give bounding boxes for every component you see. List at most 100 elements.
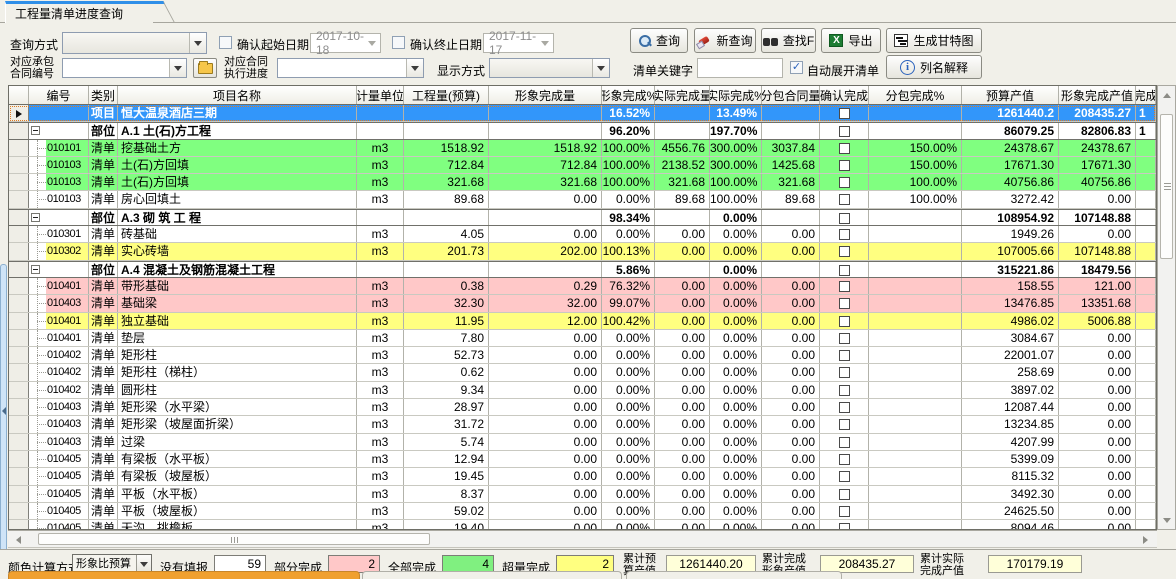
end-date-field[interactable]: 2017-11-17 [483,33,554,53]
table-row[interactable]: 部位A.1 土(石)方工程96.20%197.70%86079.2582806.… [9,122,1156,139]
contract-no-select[interactable] [62,58,187,78]
scroll-down-icon[interactable] [1163,518,1171,523]
confirm-complete-checkbox[interactable] [839,177,850,188]
confirm-complete-checkbox[interactable] [839,265,850,276]
query-mode-select[interactable] [62,32,207,54]
column-header[interactable]: 预算产值 [962,86,1059,104]
table-row[interactable]: 010401清单独立基础m311.9512.00100.42%0.000.00%… [9,313,1156,330]
find-button[interactable]: 查找F [761,28,816,53]
table-row[interactable]: 010402清单矩形柱（梯柱）m30.620.000.00%0.000.00%0… [9,364,1156,381]
table-row[interactable]: 010405清单平板（水平板）m38.370.000.00%0.000.00%0… [9,486,1156,503]
display-mode-select[interactable] [489,58,610,78]
keyword-input[interactable] [697,58,783,78]
table-row[interactable]: 010101清单挖基础土方m31518.921518.92100.00%4556… [9,140,1156,157]
start-date-field[interactable]: 2017-10-18 [310,33,381,53]
column-header[interactable]: 形象完成量 [489,86,602,104]
table-row[interactable]: 010401清单垫层m37.800.000.00%0.000.00%0.0030… [9,330,1156,347]
table-row[interactable]: 010403清单过梁m35.740.000.00%0.000.00%0.0042… [9,434,1156,451]
tree-collapse-icon[interactable] [31,265,40,274]
tab-progress-query[interactable]: 工程量清单进度查询 [5,1,153,23]
confirm-complete-checkbox[interactable] [839,108,850,119]
confirm-complete-checkbox[interactable] [839,350,850,361]
tree-collapse-icon[interactable] [31,126,40,135]
contract-progress-select[interactable] [277,58,424,78]
table-row[interactable]: 010403清单基础梁m332.3032.0099.07%0.000.00%0.… [9,295,1156,312]
column-header[interactable]: 计量单位 [357,86,404,104]
vertical-scrollbar[interactable] [1157,85,1176,530]
vertical-scrollbar-thumb[interactable] [1160,114,1173,259]
export-button[interactable]: X 导出 [821,28,881,53]
confirm-complete-checkbox[interactable] [839,281,850,292]
column-header[interactable]: 类别 [89,86,118,104]
confirm-complete-checkbox[interactable] [839,506,850,517]
confirm-complete-checkbox[interactable] [839,419,850,430]
confirm-complete-checkbox[interactable] [839,402,850,413]
confirm-complete-checkbox[interactable] [839,160,850,171]
display-mode-dropdown-button[interactable] [592,59,609,77]
confirm-complete-checkbox[interactable] [839,143,850,154]
table-row[interactable]: 010103清单土(石)方回填m3321.68321.68100.00%321.… [9,174,1156,191]
horizontal-scrollbar-thumb[interactable] [38,533,430,545]
table-row[interactable]: 010405清单平板（坡屋板）m359.020.000.00%0.000.00%… [9,503,1156,520]
table-row[interactable]: 010103清单房心回填土m389.680.000.00%89.68100.00… [9,191,1156,208]
confirm-complete-checkbox[interactable] [839,333,850,344]
table-row[interactable]: 010401清单带形基础m30.380.2976.32%0.000.00%0.0… [9,278,1156,295]
table-row[interactable]: 010402清单圆形柱m39.340.000.00%0.000.00%0.003… [9,382,1156,399]
bottom-tab-1[interactable] [8,571,360,579]
confirm-complete-checkbox[interactable] [839,213,850,224]
confirm-complete-checkbox[interactable] [839,246,850,257]
horizontal-scrollbar[interactable] [8,530,1157,548]
confirm-complete-checkbox[interactable] [839,229,850,240]
side-panel-splitter[interactable] [0,264,7,556]
scroll-up-icon[interactable] [1163,93,1171,98]
confirm-complete-checkbox[interactable] [839,489,850,500]
scroll-left-icon[interactable] [16,536,21,544]
query-button[interactable]: 查询 [630,28,688,53]
confirm-complete-checkbox[interactable] [839,437,850,448]
confirm-complete-checkbox[interactable] [839,523,850,530]
scroll-right-icon[interactable] [1143,536,1148,544]
table-row[interactable]: 010402清单矩形柱m352.730.000.00%0.000.00%0.00… [9,347,1156,364]
table-row[interactable]: 部位A.3 砌 筑 工 程98.34%0.00%108954.92107148.… [9,209,1156,226]
generate-gantt-button[interactable]: 生成甘特图 [886,28,982,53]
end-date-checkbox[interactable] [392,36,405,49]
new-query-button[interactable]: 新查询 [694,28,756,53]
query-mode-dropdown-button[interactable] [189,33,206,53]
column-header[interactable]: 实际完成量 [655,86,710,104]
auto-expand-checkbox[interactable]: ✓ [790,61,803,74]
contract-progress-dropdown-button[interactable] [406,59,423,77]
column-help-button[interactable]: i 列名解释 [886,55,982,79]
confirm-complete-checkbox[interactable] [839,316,850,327]
table-row[interactable]: 010403清单矩形梁（坡屋面折梁）m331.720.000.00%0.000.… [9,416,1156,433]
table-row[interactable]: 010405清单有梁板（坡屋板）m319.450.000.00%0.000.00… [9,468,1156,485]
start-date-checkbox[interactable] [219,36,232,49]
confirm-complete-checkbox[interactable] [839,367,850,378]
bottom-tab-3[interactable] [626,571,842,579]
column-header[interactable]: 形象完成% [602,86,655,104]
confirm-complete-checkbox[interactable] [839,471,850,482]
column-header[interactable]: 实际完成产值 [1136,86,1156,104]
confirm-complete-checkbox[interactable] [839,126,850,137]
table-row[interactable]: 010103清单土(石)方回填m3712.84712.84100.00%2138… [9,157,1156,174]
column-header[interactable]: 项目名称 [118,86,357,104]
confirm-complete-checkbox[interactable] [839,385,850,396]
confirm-complete-checkbox[interactable] [839,298,850,309]
tree-collapse-icon[interactable] [31,213,40,222]
bottom-tab-2[interactable] [362,571,622,579]
confirm-complete-checkbox[interactable] [839,454,850,465]
column-header[interactable]: 编号 [29,86,89,104]
table-row[interactable]: 部位A.4 混凝土及钢筋混凝土工程5.86%0.00%315221.861847… [9,261,1156,278]
table-row[interactable]: 项目恒大温泉酒店三期16.52%13.49%1261440.2208435.27… [9,105,1156,122]
table-row[interactable]: 010405清单有梁板（水平板）m312.940.000.00%0.000.00… [9,451,1156,468]
column-header[interactable]: 确认完成 [820,86,869,104]
column-header[interactable]: 实际完成% [710,86,762,104]
column-header[interactable]: 工程量(预算) [404,86,489,104]
table-row[interactable]: 010301清单砖基础m34.050.000.00%0.000.00%0.001… [9,226,1156,243]
contract-no-dropdown-button[interactable] [169,59,186,77]
table-row[interactable]: 010403清单矩形梁（水平梁）m328.970.000.00%0.000.00… [9,399,1156,416]
column-header[interactable]: 形象完成产值 [1059,86,1136,104]
column-header[interactable]: 分包合同量 [762,86,820,104]
table-row[interactable]: 010302清单实心砖墙m3201.73202.00100.13%0.000.0… [9,243,1156,260]
browse-contract-button[interactable] [193,58,217,78]
column-header[interactable]: 分包完成% [869,86,962,104]
